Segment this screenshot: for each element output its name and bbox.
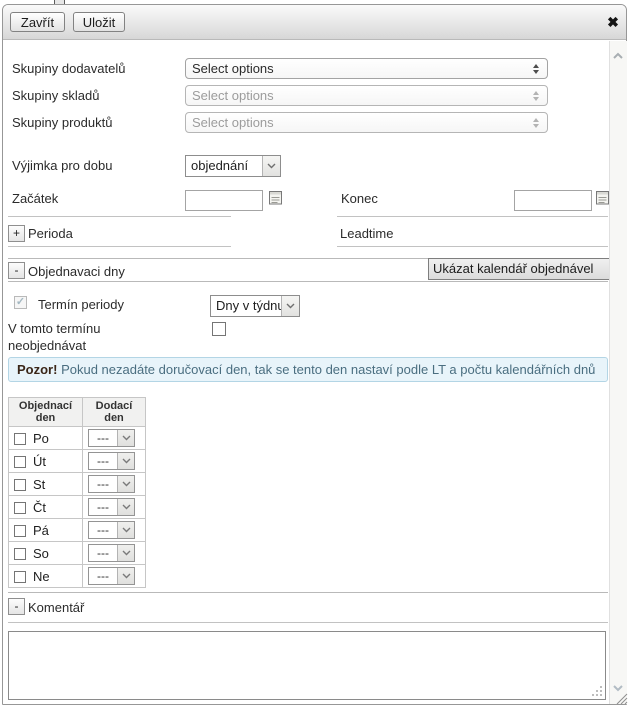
perioda-section-label: Perioda	[28, 226, 73, 241]
leadtime-section-label: Leadtime	[340, 226, 393, 241]
order-day-checkbox[interactable]	[14, 433, 26, 445]
exception-for-select[interactable]: objednání	[185, 155, 281, 177]
period-term-value: Dny v týdnu	[211, 296, 281, 316]
day-label: Po	[33, 431, 49, 446]
product-groups-value: Select options	[186, 115, 533, 130]
end-date-label: Konec	[341, 191, 378, 206]
scroll-up-icon[interactable]	[612, 48, 624, 63]
chevron-down-icon	[117, 453, 134, 469]
no-order-checkbox[interactable]	[212, 322, 226, 336]
table-row: St ---	[9, 473, 146, 496]
start-date-input[interactable]	[185, 190, 263, 211]
dialog-window	[2, 4, 627, 705]
divider	[8, 592, 608, 593]
supplier-groups-value: Select options	[186, 61, 533, 76]
table-row: Čt ---	[9, 496, 146, 519]
warning-text: Pokud nezadáte doručovací den, tak se te…	[57, 362, 595, 377]
updown-arrow-icon	[533, 64, 539, 74]
chevron-down-icon	[117, 476, 134, 492]
chevron-down-icon	[262, 156, 280, 176]
divider	[8, 281, 608, 282]
table-row: Pá ---	[9, 519, 146, 542]
no-order-label-line2: neobjednávat	[8, 338, 86, 353]
table-row: Út ---	[9, 450, 146, 473]
calendar-icon[interactable]	[596, 190, 609, 205]
divider	[8, 216, 231, 217]
divider	[8, 622, 608, 623]
no-order-label-line1: V tomto termínu	[8, 321, 100, 336]
save-button[interactable]: Uložit	[73, 12, 125, 32]
exception-for-label: Výjimka pro dobu	[12, 158, 112, 173]
ordering-days-section-label: Objednavaci dny	[28, 264, 125, 279]
table-row: Po ---	[9, 427, 146, 450]
close-button[interactable]: Zavřít	[10, 12, 65, 32]
order-day-column-header: Objednacíden	[9, 398, 83, 427]
divider	[337, 246, 608, 247]
warning-label: Pozor!	[17, 362, 57, 377]
updown-arrow-icon	[533, 91, 539, 101]
warehouse-groups-value: Select options	[186, 88, 533, 103]
day-label: Pá	[33, 523, 49, 538]
vertical-scrollbar[interactable]	[609, 41, 627, 704]
product-groups-select: Select options	[185, 112, 548, 133]
delivery-day-column-header: Dodacíden	[83, 398, 146, 427]
chevron-down-icon	[117, 499, 134, 515]
chevron-down-icon	[117, 430, 134, 446]
show-order-calendar-button[interactable]: Ukázat kalendář objednável	[428, 258, 614, 280]
chevron-down-icon	[117, 545, 134, 561]
day-label: Ne	[33, 569, 50, 584]
end-date-input[interactable]	[514, 190, 592, 211]
dialog-resize-grip-icon[interactable]	[616, 693, 628, 708]
period-term-checkbox: ✓	[14, 296, 27, 309]
supplier-groups-label: Skupiny dodavatelů	[12, 61, 125, 76]
delivery-day-select[interactable]: ---	[88, 498, 135, 516]
calendar-icon[interactable]	[269, 190, 282, 205]
updown-arrow-icon	[533, 118, 539, 128]
supplier-groups-select[interactable]: Select options	[185, 58, 548, 79]
warehouse-groups-label: Skupiny skladů	[12, 88, 99, 103]
close-icon[interactable]: ✖	[604, 13, 622, 31]
day-label: So	[33, 546, 49, 561]
chevron-down-icon	[281, 296, 299, 316]
delivery-day-select[interactable]: ---	[88, 429, 135, 447]
exception-for-value: objednání	[186, 156, 262, 176]
order-day-checkbox[interactable]	[14, 479, 26, 491]
order-day-checkbox[interactable]	[14, 525, 26, 537]
day-label: Čt	[33, 500, 46, 515]
table-row: So ---	[9, 542, 146, 565]
perioda-expand-toggle[interactable]: +	[8, 225, 25, 242]
day-label: St	[33, 477, 45, 492]
divider	[8, 246, 231, 247]
comment-collapse-toggle[interactable]: -	[8, 598, 25, 615]
day-label: Út	[33, 454, 46, 469]
ordering-days-table: Objednacíden Dodacíden Po --- Út --- St …	[8, 397, 146, 588]
order-day-checkbox[interactable]	[14, 548, 26, 560]
period-term-label: Termín periody	[38, 297, 124, 312]
delivery-day-select[interactable]: ---	[88, 567, 135, 585]
order-day-checkbox[interactable]	[14, 502, 26, 514]
delivery-day-select[interactable]: ---	[88, 521, 135, 539]
table-row: Ne ---	[9, 565, 146, 588]
start-date-label: Začátek	[12, 191, 58, 206]
delivery-day-select[interactable]: ---	[88, 544, 135, 562]
order-day-checkbox[interactable]	[14, 456, 26, 468]
delivery-day-select[interactable]: ---	[88, 475, 135, 493]
product-groups-label: Skupiny produktů	[12, 115, 112, 130]
warning-banner: Pozor! Pokud nezadáte doručovací den, ta…	[8, 357, 608, 382]
comment-section-label: Komentář	[28, 600, 84, 615]
comment-textarea[interactable]	[8, 631, 606, 700]
chevron-down-icon	[117, 522, 134, 538]
delivery-day-select[interactable]: ---	[88, 452, 135, 470]
chevron-down-icon	[117, 568, 134, 584]
period-term-select[interactable]: Dny v týdnu	[210, 295, 300, 317]
divider	[337, 216, 608, 217]
ordering-days-collapse-toggle[interactable]: -	[8, 262, 25, 279]
order-day-checkbox[interactable]	[14, 571, 26, 583]
warehouse-groups-select: Select options	[185, 85, 548, 106]
textarea-resize-grip-icon[interactable]	[592, 684, 602, 699]
